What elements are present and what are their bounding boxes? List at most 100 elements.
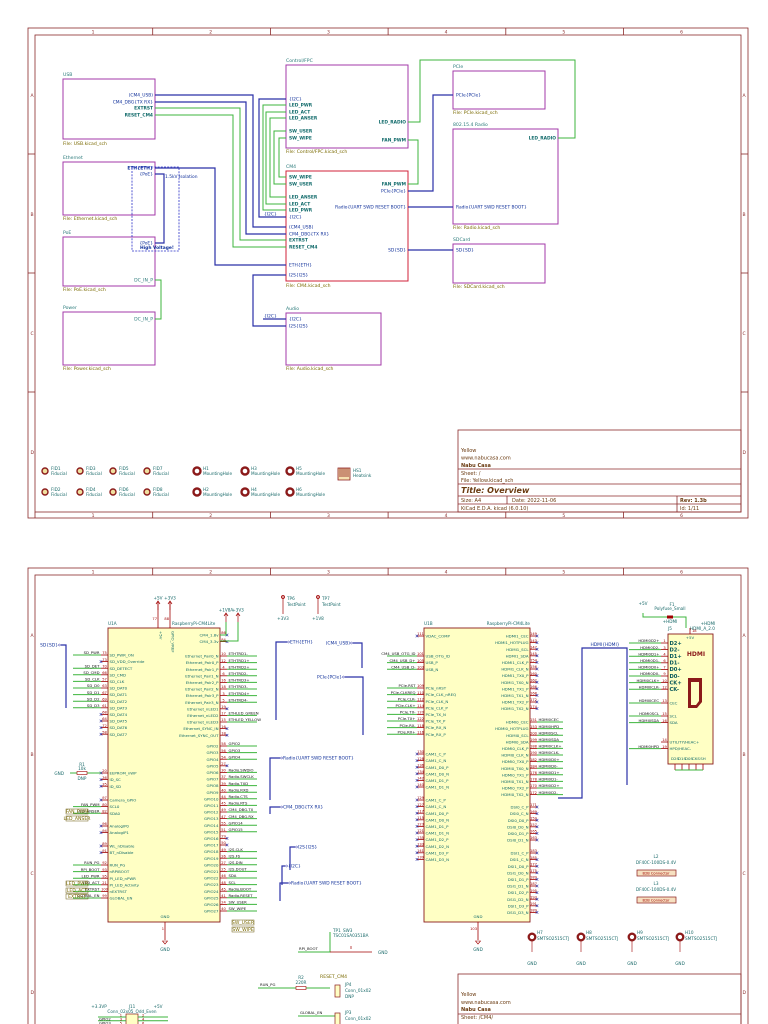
pin-hdmi1-cec[interactable]: 149HDMI1_CEC xyxy=(506,632,539,639)
pin-cm4-1-8v[interactable]: 86CM4_1.8v xyxy=(200,631,229,638)
pin-dsi1-d3-p[interactable]: 191DSI1_D3_P xyxy=(508,902,539,908)
global-label[interactable]: LED_ANSER xyxy=(64,815,92,822)
sheet-pin[interactable]: Radio{UART SWD RESET BOOT} xyxy=(335,205,406,211)
hier-label-text[interactable]: (CM4_USB) xyxy=(326,641,351,647)
pin-hdmi1-tx0-p[interactable]: 160HDMI1_TX0_P xyxy=(502,672,539,678)
pin-hdmi1-tx1-n[interactable]: 168HDMI1_TX1_N xyxy=(501,692,539,698)
sheet-pin[interactable]: RESET_CM4 xyxy=(289,245,317,251)
hier-label-text[interactable]: {I2C} xyxy=(288,864,301,870)
sheet-pin[interactable]: LED_PWR xyxy=(289,208,313,214)
pin-vdac-comp[interactable]: 111 VDAC_COMP xyxy=(415,632,451,639)
sheet-power[interactable]: Power DC_IN_P File: Power.kicad_sch xyxy=(62,305,156,372)
sheet-pin[interactable]: {I2C} xyxy=(289,317,302,323)
sheet-usb[interactable]: USB (CM4_USB) CM4_DBG{TX RX} EXTRST RESE… xyxy=(62,72,156,147)
sheet-pin[interactable]: SD{SD} xyxy=(388,248,406,254)
sheet-pin[interactable]: LED_ANSER xyxy=(289,116,318,122)
hierarchical-label[interactable]: SD{SD} xyxy=(40,643,61,649)
pin-cam1-c-n[interactable]: 127 CAM1_C_N xyxy=(415,803,447,809)
hierarchical-label[interactable]: Radio{UART SWD RESET BOOT} xyxy=(280,756,355,762)
pin-id-sc[interactable]: 36 ID_SC xyxy=(99,776,121,782)
pin-ethernet-sync-in[interactable]: 16Ethernet_SYNC_IN xyxy=(183,725,229,731)
pin-dsi1-c-n[interactable]: 185DSI1_C_N xyxy=(510,856,539,862)
hierarchical-label[interactable]: {I2C} xyxy=(285,864,301,870)
hierarchical-label[interactable]: Radio{UART SWD RESET BOOT} xyxy=(288,881,363,887)
pin-dsi0-c-n[interactable]: 169DSI0_C_N xyxy=(510,810,539,816)
hier-label-text[interactable]: Radio{UART SWD RESET BOOT} xyxy=(291,881,362,887)
global-label[interactable]: LED_ACT xyxy=(65,887,89,894)
sheet-pin[interactable]: LED_RADIO xyxy=(529,136,557,142)
pin-cam1-c-p[interactable]: 130 CAM1_C_P xyxy=(415,750,447,757)
global-label-text[interactable]: SW_USER xyxy=(232,920,255,926)
standoff[interactable]: H9SMTSO2515CTJ GND xyxy=(627,930,669,966)
pin-hdmi1-hotplug[interactable]: 143HDMI1_HOTPLUG xyxy=(495,639,539,645)
sheet-pin[interactable]: LED_ACT xyxy=(289,110,310,116)
pin-cam1-d0-p[interactable]: 136 CAM1_D0_P xyxy=(415,763,449,770)
global-label-text[interactable]: LED_ANSER xyxy=(64,816,92,822)
pin-wl-ndisable[interactable]: 89 WL_nDisable xyxy=(99,842,135,849)
sheet-pin[interactable]: PCIe{PCIe} xyxy=(381,189,406,195)
pin-cam1-d0-n[interactable]: 115 CAM1_D0_N xyxy=(415,816,449,822)
hierarchical-label[interactable]: PCIe{PCIe} xyxy=(317,675,345,681)
pin-cam1-d1-n[interactable]: 140 CAM1_D1_N xyxy=(415,783,449,790)
sheet-pin[interactable]: SW_WIPE xyxy=(289,175,312,181)
pin-cam1-c-n[interactable]: 128 CAM1_C_N xyxy=(415,757,447,763)
pin-hdmi1-tx0-n[interactable]: 162HDMI1_TX0_N xyxy=(501,678,539,685)
global-label[interactable]: EXTRST xyxy=(65,893,89,900)
standoff[interactable]: H8SMTSO2515CTJ GND xyxy=(576,930,618,966)
pin-bt-ndisable[interactable]: 91 BT_nDisable xyxy=(99,849,134,855)
pin-analogip1[interactable]: 94 AnalogIP1 xyxy=(99,829,130,835)
sheet-pin[interactable]: (CM4_USB) xyxy=(129,93,154,99)
pin-hdmi1-tx2-n[interactable]: 174HDMI1_TX2_N xyxy=(501,705,539,711)
pin-dsi1-d0-p[interactable]: 177DSI1_D0_P xyxy=(508,862,539,869)
pin-dsi0-d0-n[interactable]: 157DSI0_D0_N xyxy=(507,823,539,829)
pin-sd-dat7[interactable]: 58 SD_DAT7 xyxy=(99,730,128,737)
hier-label-text[interactable]: I2S{I2S} xyxy=(298,845,318,851)
sheet-pin[interactable]: CM4_DBG{TX RX} xyxy=(113,100,153,106)
sheet-pin[interactable]: DC_IN_P xyxy=(134,317,153,323)
resistor-r2[interactable]: R2220RRUN_PGRESET_CM4JP4Conn_01x02DNP xyxy=(258,974,371,999)
sheet-pin[interactable]: I2S{I2S} xyxy=(289,273,309,279)
pin-dsi1-d1-p[interactable]: 189DSI1_D1_P xyxy=(508,876,539,882)
sheet-pin[interactable]: FAN_PWM xyxy=(382,182,406,188)
pin-dsi1-c-p[interactable]: 183DSI1_C_P xyxy=(510,849,539,856)
sheet-cm4[interactable]: CM4 SW_WIPESW_USER LED_ANSERLED_ACTLED_PW… xyxy=(285,164,409,289)
pin-cam1-d0-n[interactable]: 134 CAM1_D0_N xyxy=(415,770,449,776)
resistor-r1[interactable]: R110kDNPGND xyxy=(54,762,101,781)
component-u1a[interactable]: U1A RaspberryPi-CM4Lite 75 SD_PWR_ON SD_PW… xyxy=(73,621,261,923)
sheet-pin[interactable]: RESET_CM4 xyxy=(125,113,153,119)
pin-dsi1-d3-n[interactable]: 189DSI1_D3_N xyxy=(507,909,539,915)
pin-hdmi1-scl[interactable]: 147HDMI1_SCL xyxy=(506,645,539,652)
pin-dsi1-d0-n[interactable]: 175DSI1_D0_N xyxy=(507,869,539,875)
sheet-pin[interactable]: {I2C} xyxy=(289,97,302,103)
header-j11[interactable]: J11Conn_02x05_Odd_Even+3.3VP +5V13GPIO25G… xyxy=(91,1004,168,1024)
pin-sd-dat4[interactable]: 68 SD_DAT4 xyxy=(99,711,128,717)
sheet-pin[interactable]: LED_ACT xyxy=(289,202,310,208)
pin-cam1-d2-n[interactable]: 133 CAM1_D2_N xyxy=(415,842,449,849)
sheet-pin[interactable]: PCIe{PCIe} xyxy=(456,93,481,99)
global-label[interactable]: FAN_PWM xyxy=(65,808,89,815)
hier-label-text[interactable]: CM4_DBG{TX RX} xyxy=(283,805,323,811)
pin-hdmi1-sda[interactable]: 145HDMI1_SDA xyxy=(506,652,539,658)
pin-dsi0-d1-p[interactable]: 165DSI0_D1_P xyxy=(508,830,539,836)
pin-cam1-d3-p[interactable]: 141 CAM1_D3_P xyxy=(415,849,449,855)
hierarchical-label[interactable]: (CM4_USB) xyxy=(326,641,353,647)
pin-hdmi1-clk-p[interactable]: 154HDMI1_CLK_P xyxy=(502,659,539,665)
sheet-pin[interactable]: SW_USER xyxy=(289,182,313,188)
pin-ethernet-nled1[interactable]: 19Ethernet_nLED1 xyxy=(187,705,229,711)
sheet-sdcard[interactable]: SDCard SD{SD} File: SDCard.kicad_sch xyxy=(452,237,546,290)
sheet-pin[interactable]: SD{SD} xyxy=(456,248,474,254)
pin-gpio16[interactable]: 29GPIO16 xyxy=(204,835,229,841)
jumper-jp3[interactable]: GLOBAL_EN JP3Conn_01x02 xyxy=(298,1010,371,1024)
pin-dsi0-c-p[interactable]: 171DSI0_C_P xyxy=(510,803,539,810)
global-label-text[interactable]: SW_WIPE xyxy=(232,927,253,933)
sheet-pin[interactable]: ETH{ETH} xyxy=(127,166,153,172)
sheet-poe[interactable]: PoE {PoE} DC_IN_P File: PoE.kicad_sch xyxy=(62,230,156,293)
component-j5-hdmi[interactable]: J5 HDMI_A_2.0 HDMI 1 D2+HDMI0D2+3 D2-HDMI0… xyxy=(629,626,715,771)
global-label-text[interactable]: LED_PWR xyxy=(66,881,89,887)
sheet-radio[interactable]: 802.15.4 Radio LED_RADIO Radio{UART SWD … xyxy=(452,122,559,231)
global-label-text[interactable]: EXTRST xyxy=(68,894,86,900)
sheet-pcie[interactable]: PCIe PCIe{PCIe} File: PCIe.kicad_sch xyxy=(452,64,546,116)
global-label[interactable]: SW_USER xyxy=(231,919,255,926)
global-label[interactable]: LED_PWR xyxy=(65,880,89,887)
pin-dsi0-d0-p[interactable]: 159DSI0_D0_P xyxy=(508,816,539,823)
